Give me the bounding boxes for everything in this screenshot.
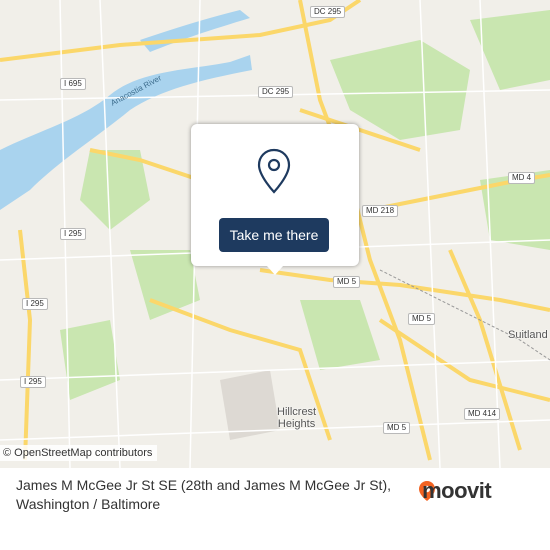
location-pin-icon — [257, 148, 291, 194]
park-area — [300, 300, 380, 370]
route-shield: MD 414 — [464, 408, 501, 420]
attribution-text: OpenStreetMap contributors — [14, 447, 153, 459]
brand-text: moovit — [422, 478, 492, 503]
route-shield: I 295 — [22, 298, 48, 310]
route-shield: I 295 — [20, 376, 46, 388]
stop-title: James M McGee Jr St SE (28th and James M… — [16, 477, 391, 512]
route-shield: I 295 — [60, 228, 86, 240]
map[interactable]: Anacostia River DC 295 I 695 DC 295 MD 4… — [0, 0, 550, 468]
route-shield: DC 295 — [310, 6, 346, 18]
route-shield: MD 5 — [408, 313, 436, 325]
take-me-there-button[interactable]: Take me there — [219, 218, 329, 252]
moovit-logo: mmoovit — [417, 478, 492, 504]
route-shield: MD 218 — [362, 205, 399, 217]
route-shield: MD 5 — [383, 422, 411, 434]
park-area — [80, 150, 150, 230]
route-shield: I 695 — [60, 78, 86, 90]
place-label-hillcrest-heights: Hillcrest Heights — [277, 406, 317, 430]
anacostia-river — [140, 10, 250, 52]
park-area — [130, 250, 200, 320]
route-shield: DC 295 — [258, 86, 294, 98]
route-shield: MD 5 — [333, 276, 361, 288]
map-attribution[interactable]: © OpenStreetMap contributors — [0, 445, 158, 461]
copyright-symbol: © — [3, 447, 12, 459]
route-shield: MD 4 — [508, 172, 536, 184]
destination-popup: Take me there — [191, 124, 359, 275]
place-label-suitland: Suitland — [508, 329, 548, 341]
